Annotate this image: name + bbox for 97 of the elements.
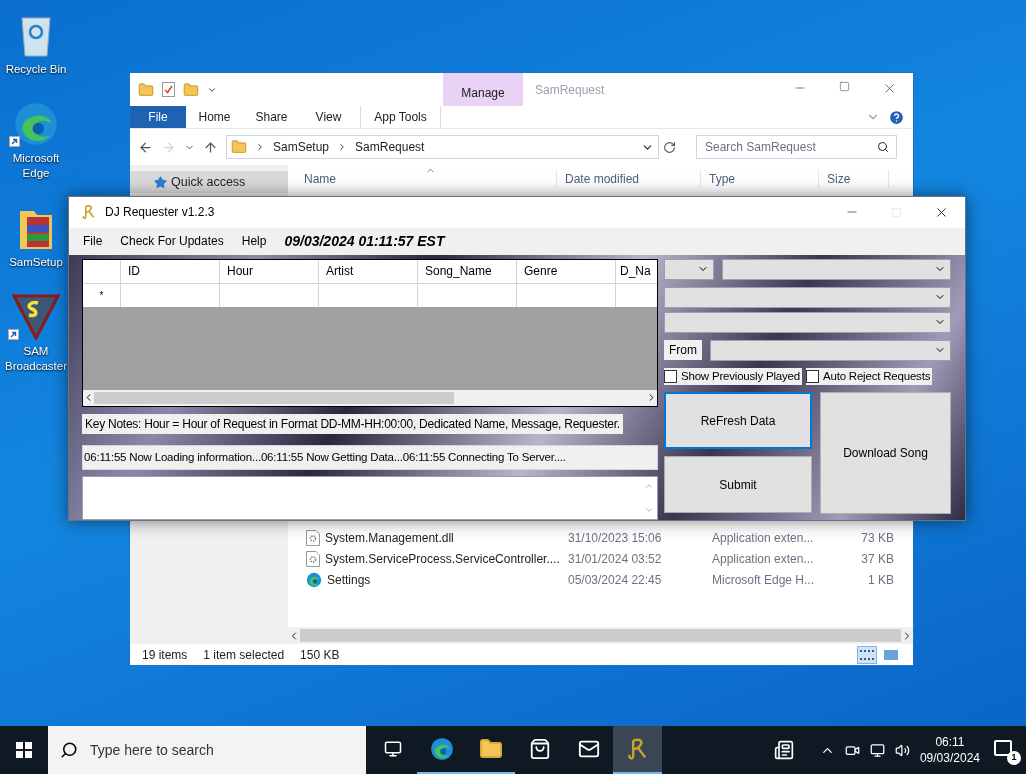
- window-title: DJ Requester v1.2.3: [105, 204, 215, 222]
- app-logo-icon: [81, 204, 97, 221]
- file-name: System.ServiceProcess.ServiceController....: [325, 550, 560, 568]
- submit-button[interactable]: Submit: [664, 456, 812, 513]
- file-size: 1 KB: [867, 571, 894, 589]
- file-row[interactable]: Settings 05/03/2024 22:45 Microsoft Edge H... 1 KB: [306, 569, 913, 590]
- status-text: 19 items: [142, 646, 188, 664]
- dropdown[interactable]: [664, 286, 951, 308]
- horizontal-scrollbar[interactable]: [288, 627, 913, 644]
- checkbox[interactable]: Auto Reject Requests: [805, 367, 933, 385]
- column-header[interactable]: Size: [819, 170, 889, 188]
- search-icon: [877, 141, 889, 153]
- checklist-icon[interactable]: [162, 82, 175, 97]
- address-bar[interactable]: SamSetup SamRequest: [226, 135, 659, 159]
- up-icon[interactable]: [203, 139, 218, 155]
- folder-icon: [478, 737, 503, 761]
- ribbon-tab[interactable]: Home: [186, 106, 243, 128]
- file-date: 31/01/2024 03:52: [568, 550, 663, 568]
- dropdown[interactable]: [664, 311, 951, 333]
- ribbon-tab[interactable]: App Tools: [360, 106, 441, 128]
- notification-count: 1: [1007, 751, 1021, 765]
- file-type: Application exten...: [712, 550, 815, 568]
- column-header[interactable]: Song_Name: [418, 259, 517, 283]
- task-view-icon: [383, 740, 402, 758]
- triangle-logo-icon: [12, 294, 60, 340]
- shortcut-arrow-icon: [9, 136, 20, 147]
- search-field[interactable]: Search SamRequest: [696, 135, 897, 159]
- refresh-data-button[interactable]: ReFresh Data: [664, 392, 812, 449]
- edge-icon: [13, 101, 59, 147]
- breadcrumb-separator-icon: [255, 142, 265, 152]
- column-header[interactable]: D_Na: [616, 259, 656, 283]
- column-header[interactable]: Date modified: [557, 170, 701, 188]
- file-type: Application exten...: [712, 529, 815, 547]
- desktop-icon-label[interactable]: SamSetup: [9, 255, 63, 270]
- download-song-button[interactable]: Download Song: [820, 392, 951, 514]
- checkbox[interactable]: Show Previously Played: [664, 367, 802, 385]
- checkbox-box[interactable]: [805, 369, 819, 383]
- status-text: 1 item selected: [203, 646, 285, 664]
- taskbar-search-field[interactable]: Type here to search: [48, 726, 366, 774]
- desktop-icon-label[interactable]: SAM Broadcaster: [4, 344, 68, 374]
- star-icon: [154, 175, 167, 189]
- file-name: System.Management.dll: [325, 529, 454, 547]
- file-row[interactable]: System.ServiceProcess.ServiceController.... 31/01/2024 03:52 Application exten... 37 KB: [306, 548, 913, 569]
- ribbon-tab[interactable]: File: [130, 106, 186, 128]
- desktop-icon-label[interactable]: Microsoft Edge: [4, 151, 68, 181]
- clock-text: 09/03/2024 01:11:57 EST: [284, 231, 445, 251]
- file-date: 05/03/2024 22:45: [568, 571, 663, 589]
- key-notes-text: Key Notes: Hour = Hour of Request in Format DD-MM-HH:00:00, Dedicated Name, Message, Requester.: [82, 413, 623, 434]
- column-header[interactable]: ID: [121, 259, 220, 283]
- network-icon[interactable]: [869, 742, 885, 758]
- file-size: 37 KB: [860, 550, 894, 568]
- volume-icon[interactable]: [894, 742, 910, 758]
- desktop-icon-label[interactable]: Recycle Bin: [5, 62, 67, 77]
- dropdown[interactable]: [664, 258, 714, 280]
- log-text: 06:11:55 Now Loading information...06:11:55 Now Getting Data...06:11:55 Connecting To Server....: [82, 444, 658, 470]
- envelope-icon: [577, 738, 600, 760]
- file-name: Settings: [327, 571, 371, 589]
- edge-icon: [429, 737, 454, 761]
- menu-item[interactable]: File: [83, 232, 103, 251]
- dropdown[interactable]: [722, 258, 951, 280]
- from-label: From: [664, 340, 702, 361]
- search-icon: [60, 741, 78, 759]
- context-tab-header: Manage: [461, 85, 505, 102]
- menu-item[interactable]: Check For Updates: [120, 232, 224, 251]
- edge-icon: [306, 571, 322, 588]
- ribbon-tab[interactable]: View: [300, 106, 357, 128]
- scrollbar-thumb[interactable]: [94, 391, 454, 404]
- breadcrumb-item[interactable]: SamSetup: [273, 138, 330, 156]
- recycle-bin-icon: [19, 14, 53, 58]
- column-header[interactable]: Artist: [319, 259, 418, 283]
- column-header[interactable]: Hour: [220, 259, 319, 283]
- folder-icon: [231, 139, 247, 155]
- shortcut-arrow-icon: [8, 329, 19, 340]
- help-icon[interactable]: [888, 108, 905, 126]
- window-title: SamRequest: [535, 82, 605, 99]
- checkbox-box[interactable]: [664, 369, 677, 383]
- shopping-bag-icon: [528, 738, 551, 760]
- status-text: 150 KB: [300, 646, 340, 664]
- gear-file-icon: [306, 550, 320, 567]
- breadcrumb-item[interactable]: SamRequest: [355, 138, 425, 156]
- details-view-icon[interactable]: [857, 645, 877, 664]
- clock[interactable]: 06:11 09/03/2024: [919, 734, 980, 766]
- dropdown[interactable]: [710, 339, 951, 361]
- ribbon-tab[interactable]: Share: [243, 106, 300, 128]
- gear-file-icon: [306, 529, 320, 546]
- menu-item[interactable]: Help: [241, 232, 267, 251]
- file-size: 73 KB: [860, 529, 894, 547]
- file-row[interactable]: System.Management.dll 31/10/2023 15:06 Application exten... 73 KB: [306, 527, 913, 548]
- back-icon[interactable]: [138, 139, 153, 155]
- news-icon[interactable]: [773, 740, 794, 760]
- nav-item[interactable]: Quick access: [130, 171, 288, 193]
- refresh-icon[interactable]: [663, 140, 676, 154]
- column-header[interactable]: Name: [296, 170, 557, 188]
- column-header[interactable]: Type: [701, 170, 819, 188]
- column-header[interactable]: Genre: [517, 259, 616, 283]
- file-type: Microsoft Edge H...: [712, 571, 816, 589]
- file-date: 31/10/2023 15:06: [568, 529, 663, 547]
